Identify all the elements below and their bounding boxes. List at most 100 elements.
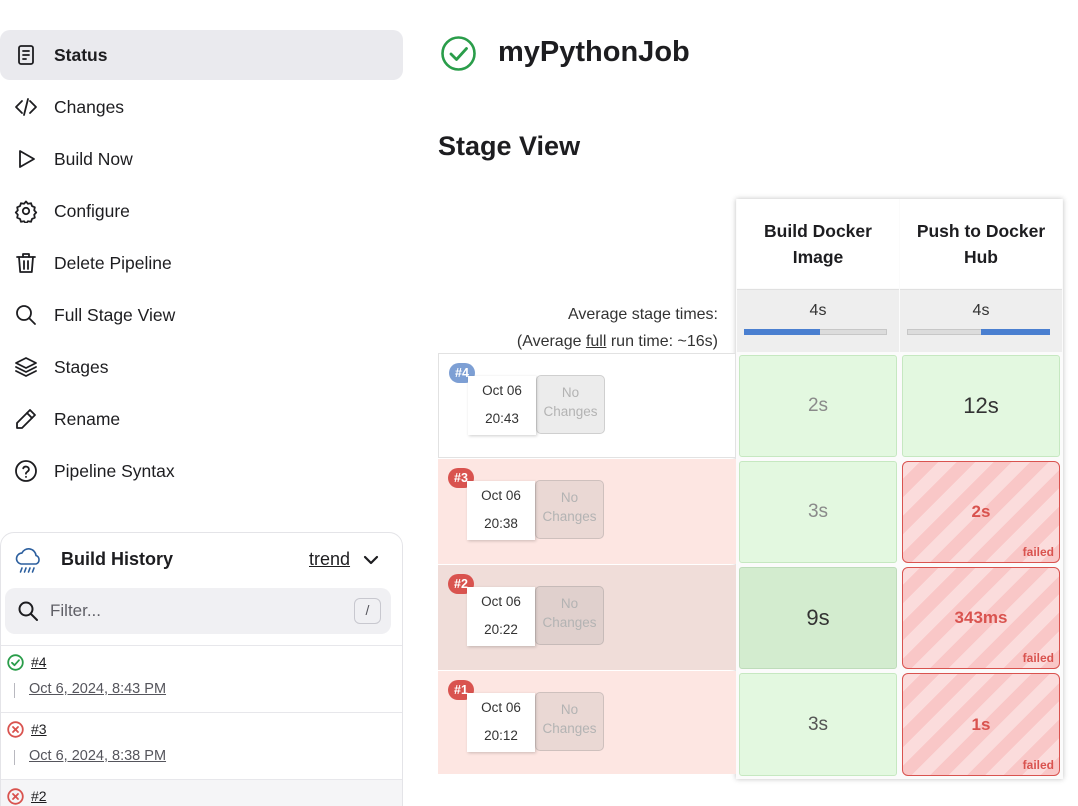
stage-name: Push to Docker Hub (916, 220, 1046, 267)
stage-cell-failed[interactable]: 1s failed (902, 673, 1060, 776)
stage-average-bar (981, 329, 1050, 335)
average-run-prefix: (Average (516, 333, 586, 350)
document-icon (13, 42, 39, 68)
build-filter-input[interactable]: Filter... / (5, 588, 391, 634)
average-run-time-text: (Average full run time: ~16s) (440, 328, 718, 355)
keyboard-shortcut-hint: / (354, 598, 381, 624)
chevron-down-icon[interactable] (361, 550, 381, 570)
pencil-icon (13, 406, 39, 432)
build-history-header: Build History trend (1, 533, 402, 587)
failed-tag: failed (1022, 758, 1054, 772)
sidebar-item-label: Rename (54, 408, 121, 429)
run-row: #2 Oct 06 20:22 No Changes (438, 565, 736, 670)
stage-header-build-docker-image: Build Docker Image (737, 199, 899, 288)
sidebar-item-build-now[interactable]: Build Now (0, 134, 403, 184)
sidebar-item-configure[interactable]: Configure (0, 186, 403, 236)
run-time: 20:38 (484, 516, 518, 531)
sidebar-item-label: Configure (54, 200, 130, 221)
sidebar-item-status[interactable]: Status (0, 30, 403, 80)
run-date: Oct 06 (481, 700, 521, 715)
run-date: Oct 06 (481, 594, 521, 609)
run-time: 20:43 (485, 411, 519, 426)
run-time: 20:22 (484, 622, 518, 637)
stage-duration: 2s (971, 502, 991, 521)
stage-duration: 343ms (954, 608, 1008, 627)
failed-icon (7, 788, 24, 805)
failed-icon (7, 721, 24, 738)
run-date: Oct 06 (481, 488, 521, 503)
run-timestamp: Oct 06 20:38 (467, 481, 535, 540)
sidebar-item-label: Delete Pipeline (54, 252, 172, 273)
sidebar-item-pipeline-syntax[interactable]: Pipeline Syntax (0, 446, 403, 496)
timeline-bar (14, 683, 15, 698)
sidebar-item-full-stage-view[interactable]: Full Stage View (0, 290, 403, 340)
run-timestamp: Oct 06 20:22 (467, 587, 535, 646)
filter-placeholder: Filter... (50, 601, 102, 620)
run-changes[interactable]: No Changes (535, 692, 604, 751)
run-changes[interactable]: No Changes (535, 480, 604, 539)
gear-icon (13, 198, 39, 224)
stage-view-title: Stage View (438, 131, 581, 161)
sidebar-item-label: Status (54, 44, 108, 65)
stage-average-time: 4s (809, 302, 827, 319)
build-history-title: Build History (61, 549, 174, 569)
stage-duration: 3s (807, 713, 829, 735)
help-icon (13, 458, 39, 484)
weather-rain-icon (12, 545, 44, 577)
sidebar-item-label: Stages (54, 356, 109, 377)
trend-link[interactable]: trend (309, 549, 350, 570)
stage-cell-failed[interactable]: 343ms failed (902, 567, 1060, 669)
stage-name: Build Docker Image (764, 220, 872, 267)
run-timestamp: Oct 06 20:43 (468, 376, 536, 435)
sidebar-item-label: Build Now (54, 148, 133, 169)
build-date-link[interactable]: Oct 6, 2024, 8:38 PM (29, 748, 166, 764)
failed-tag: failed (1022, 545, 1054, 559)
stage-cell-failed[interactable]: 2s failed (902, 461, 1060, 563)
success-icon (7, 654, 24, 671)
run-changes[interactable]: No Changes (536, 375, 605, 434)
sidebar: Status Changes Build Now Configure Delet… (0, 0, 404, 806)
build-date-link[interactable]: Oct 6, 2024, 8:43 PM (29, 681, 166, 697)
build-link[interactable]: #4 (31, 654, 47, 670)
page-title: myPythonJob (498, 36, 690, 68)
run-row: #1 Oct 06 20:12 No Changes (438, 671, 736, 774)
stage-header-push-to-docker-hub: Push to Docker Hub (900, 199, 1062, 288)
sidebar-item-changes[interactable]: Changes (0, 82, 403, 132)
timeline-bar (14, 750, 15, 765)
failed-tag: failed (1022, 651, 1054, 665)
sidebar-item-label: Full Stage View (54, 304, 176, 325)
sidebar-item-label: Pipeline Syntax (54, 460, 175, 481)
stage-average-bar (744, 329, 820, 335)
play-icon (13, 146, 39, 172)
run-time: 20:12 (484, 728, 518, 743)
stage-duration: 1s (971, 714, 991, 734)
build-link[interactable]: #3 (31, 721, 47, 737)
success-status-icon (440, 35, 477, 72)
sidebar-item-stages[interactable]: Stages (0, 342, 403, 392)
stage-cell[interactable]: 9s (739, 567, 897, 669)
stage-cell[interactable]: 2s (739, 355, 897, 457)
stage-average-time: 4s (972, 302, 990, 319)
build-history-row: #2 (1, 779, 402, 806)
full-run-link[interactable]: full (586, 333, 606, 350)
run-date: Oct 06 (482, 383, 522, 398)
stage-duration: 9s (806, 605, 830, 630)
sidebar-item-delete-pipeline[interactable]: Delete Pipeline (0, 238, 403, 288)
search-icon (17, 600, 39, 622)
run-timestamp: Oct 06 20:12 (467, 693, 535, 752)
code-icon (13, 94, 39, 120)
average-times-label: Average stage times: (Average full run t… (440, 301, 718, 355)
stage-cell[interactable]: 3s (739, 673, 897, 776)
run-changes[interactable]: No Changes (535, 586, 604, 645)
sidebar-item-rename[interactable]: Rename (0, 394, 403, 444)
build-link[interactable]: #2 (31, 788, 47, 804)
average-run-suffix: run time: ~16s) (606, 333, 718, 350)
stage-average: 4s (900, 289, 1062, 352)
sidebar-item-label: Changes (54, 96, 125, 117)
stage-cell[interactable]: 12s (902, 355, 1060, 457)
average-stage-times-text: Average stage times: (567, 306, 718, 323)
run-row: #3 Oct 06 20:38 No Changes (438, 459, 736, 564)
stage-cell[interactable]: 3s (739, 461, 897, 563)
stage-duration: 3s (807, 501, 829, 522)
stage-duration: 2s (807, 395, 829, 416)
